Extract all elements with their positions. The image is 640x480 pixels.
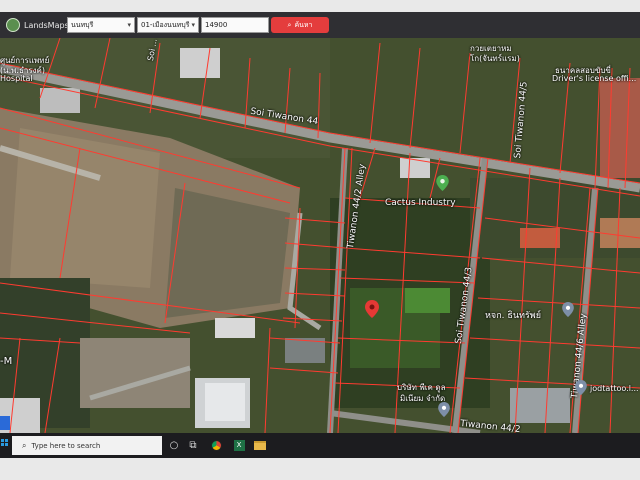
excel-icon[interactable]: X — [231, 437, 247, 453]
task-view-icon[interactable]: ⧉ — [185, 437, 201, 453]
map-label-hospital-en: Hospital — [0, 74, 33, 83]
location-pin-icon[interactable] — [365, 300, 379, 318]
chevron-down-icon: ▾ — [191, 21, 195, 29]
chevron-down-icon: ▾ — [127, 21, 131, 29]
map-label-jodtattoo[interactable]: jodtattoo.l... — [590, 384, 639, 393]
company-pin-icon[interactable] — [438, 402, 450, 417]
poi-pin-icon[interactable] — [436, 175, 449, 191]
province-select[interactable]: นนทบุรี ▾ — [67, 17, 135, 33]
satellite-map — [0, 38, 640, 433]
province-value: นนทบุรี — [71, 20, 94, 29]
taskbar: ⌕ Type here to search ○ ⧉ X — [0, 433, 640, 458]
map-label-shop[interactable]: หจก. ธินทรัพย์ — [485, 308, 541, 322]
search-button[interactable]: ⌕ ค้นหา — [271, 17, 329, 33]
chrome-icon[interactable] — [208, 437, 224, 453]
shop-pin-icon[interactable] — [562, 302, 574, 317]
postcode-input[interactable]: 14900 — [201, 17, 269, 33]
side-control-icon[interactable] — [0, 416, 10, 430]
app-title: LandsMaps — [24, 20, 69, 30]
search-button-label: ค้นหา — [294, 20, 313, 29]
taskbar-search-input[interactable]: ⌕ Type here to search — [12, 436, 162, 455]
cortana-icon[interactable]: ○ — [166, 437, 182, 453]
map-label-cactus-industry[interactable]: Cactus Industry — [385, 198, 456, 208]
monitor-screen: LandsMaps นนทบุรี ▾ 01-เมืองนนทบุรี ▾ 14… — [0, 12, 640, 458]
windows-start-icon[interactable] — [1, 439, 9, 451]
app-logo[interactable]: LandsMaps — [6, 18, 69, 32]
postcode-value: 14900 — [205, 21, 228, 29]
file-explorer-icon[interactable] — [252, 437, 268, 453]
district-select[interactable]: 01-เมืองนนทบุรี ▾ — [137, 17, 199, 33]
map-view[interactable]: ศูนย์การแพทย์ (น.พ.ธำรงค์) Hospital Soi … — [0, 38, 640, 433]
map-label-license-en: Driver's license offi... — [552, 74, 637, 83]
search-icon: ⌕ — [22, 440, 27, 450]
district-value: 01-เมืองนนทบุรี — [141, 20, 190, 29]
map-label-left-edge: -M — [0, 356, 13, 367]
tattoo-pin-icon[interactable] — [575, 380, 587, 395]
taskbar-search-placeholder: Type here to search — [31, 441, 101, 450]
landsmaps-logo-icon — [6, 18, 20, 32]
top-toolbar: LandsMaps นนทบุรี ▾ 01-เมืองนนทบุรี ▾ 14… — [0, 12, 640, 38]
map-label-office-th2: โก(จันทร์แรม) — [470, 54, 520, 63]
search-icon: ⌕ — [287, 20, 292, 29]
